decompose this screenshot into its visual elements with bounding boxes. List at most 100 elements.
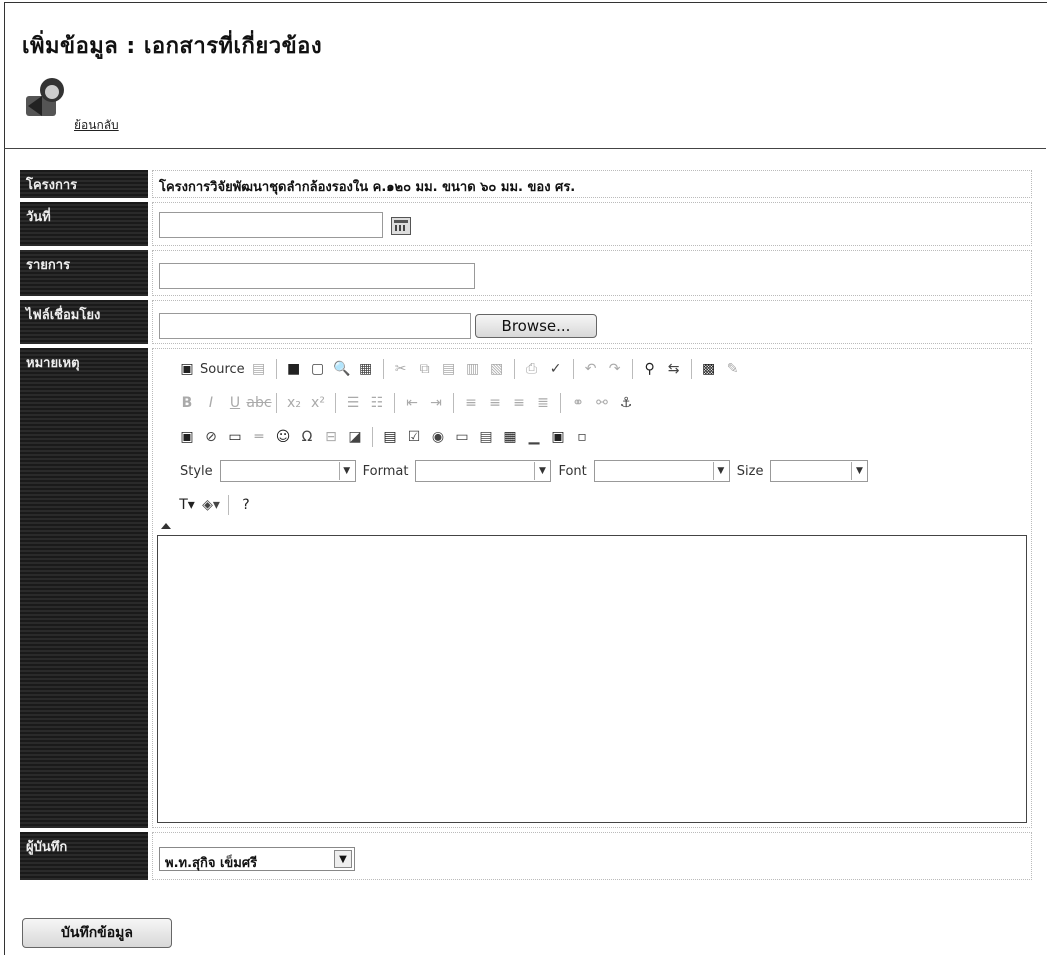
note-label: หมายเหตุ	[20, 348, 148, 828]
print-icon[interactable]: ⎙	[522, 359, 542, 379]
back-button[interactable]: ย้อนกลับ	[22, 74, 192, 132]
format-label: Format	[362, 463, 409, 479]
divider	[4, 148, 1046, 149]
superscript-icon[interactable]: x²	[308, 393, 328, 413]
calendar-icon[interactable]	[391, 217, 411, 235]
image-icon[interactable]: ▣	[177, 427, 197, 447]
select-all-icon[interactable]: ▩	[699, 359, 719, 379]
document-icon[interactable]: ▦	[356, 359, 376, 379]
textarea-icon[interactable]: ▤	[476, 427, 496, 447]
div-icon[interactable]: ◪	[345, 427, 365, 447]
size-label: Size	[736, 463, 764, 479]
paste-icon[interactable]: ▤	[439, 359, 459, 379]
source-icon: ▣	[180, 361, 194, 377]
copy-icon[interactable]: ⧉	[415, 359, 435, 379]
subscript-icon[interactable]: x₂	[284, 393, 304, 413]
project-label: โครงการ	[20, 170, 148, 198]
anchor-icon[interactable]: ⚓	[616, 393, 636, 413]
recorder-row: ผู้บันทึก พ.ท.สุกิจ เข็มศรี ▼	[20, 832, 1032, 880]
recorder-value: พ.ท.สุกิจ เข็มศรี	[165, 856, 258, 871]
chevron-down-icon: ▼	[712, 462, 728, 480]
redo-icon[interactable]: ↷	[605, 359, 625, 379]
outdent-icon[interactable]: ⇤	[402, 393, 422, 413]
chevron-down-icon: ▼	[851, 462, 866, 480]
toolbar-row-3: ▣ ⊘ ▭ ═ ☺ Ω ⊟ ◪ ▤ ☑ ◉ ▭ ▤ ▦ ▁ ▣ ▫	[177, 423, 592, 451]
save-button[interactable]: บันทึกข้อมูล	[22, 918, 172, 948]
source-label: Source	[200, 361, 245, 377]
cut-icon[interactable]: ✂	[391, 359, 411, 379]
strike-icon[interactable]: abc	[246, 393, 271, 413]
item-row: รายการ	[20, 250, 1032, 296]
style-select[interactable]: ▼	[219, 460, 356, 482]
new-page-icon[interactable]: ▤	[249, 359, 269, 379]
chevron-down-icon: ▼	[338, 462, 354, 480]
templates-icon[interactable]: ▢	[308, 359, 328, 379]
align-center-icon[interactable]: ≡	[485, 393, 505, 413]
smiley-icon[interactable]: ☺	[273, 427, 293, 447]
font-select[interactable]: ▼	[593, 460, 730, 482]
indent-icon[interactable]: ⇥	[426, 393, 446, 413]
align-left-icon[interactable]: ≡	[461, 393, 481, 413]
project-value: โครงการวิจัยพัฒนาชุดลำกล้องรองใน ค.๑๒๐ ม…	[159, 180, 576, 195]
link-icon[interactable]: ⚭	[568, 393, 588, 413]
numbered-list-icon[interactable]: ☰	[343, 393, 363, 413]
flash-icon[interactable]: ⊘	[201, 427, 221, 447]
page-break-icon[interactable]: ⊟	[321, 427, 341, 447]
underline-icon[interactable]: U	[225, 393, 245, 413]
image-button-icon[interactable]: ▣	[548, 427, 568, 447]
project-cell: โครงการวิจัยพัฒนาชุดลำกล้องรองใน ค.๑๒๐ ม…	[152, 170, 1032, 198]
size-select[interactable]: ▼	[770, 460, 869, 482]
button-field-icon[interactable]: ▁	[524, 427, 544, 447]
date-row: วันที่	[20, 202, 1032, 246]
paste-word-icon[interactable]: ▧	[487, 359, 507, 379]
back-link[interactable]: ย้อนกลับ	[74, 116, 119, 135]
bold-icon[interactable]: B	[177, 393, 197, 413]
browse-button[interactable]: Browse...	[475, 314, 597, 338]
item-input[interactable]	[159, 263, 475, 289]
italic-icon[interactable]: I	[201, 393, 221, 413]
recorder-select[interactable]: พ.ท.สุกิจ เข็มศรี ▼	[159, 847, 355, 871]
bulleted-list-icon[interactable]: ☷	[367, 393, 387, 413]
special-char-icon[interactable]: Ω	[297, 427, 317, 447]
item-label: รายการ	[20, 250, 148, 296]
background-color-icon[interactable]: ◈▾	[201, 495, 221, 515]
toolbar-row-1: ▣ Source ▤ ■ ▢ 🔍 ▦ ✂ ⧉ ▤ ▥ ▧ ⎙ ✓ ↶ ↷ ⚲ ⇆…	[177, 355, 743, 383]
project-row: โครงการ โครงการวิจัยพัฒนาชุดลำกล้องรองใน…	[20, 170, 1032, 198]
align-right-icon[interactable]: ≡	[509, 393, 529, 413]
checkbox-icon[interactable]: ☑	[404, 427, 424, 447]
file-label: ไฟล์เชื่อมโยง	[20, 300, 148, 344]
justify-icon[interactable]: ≣	[533, 393, 553, 413]
find-icon[interactable]: ⚲	[640, 359, 660, 379]
date-cell	[152, 202, 1032, 246]
radio-icon[interactable]: ◉	[428, 427, 448, 447]
replace-icon[interactable]: ⇆	[664, 359, 684, 379]
source-button[interactable]: ▣ Source	[177, 359, 245, 379]
file-input[interactable]	[159, 313, 471, 339]
chevron-down-icon: ▼	[534, 462, 549, 480]
help-icon[interactable]: ?	[236, 495, 256, 515]
note-row: หมายเหตุ ▣ Source ▤ ■ ▢ 🔍 ▦ ✂ ⧉ ▤ ▥ ▧ ⎙ …	[20, 348, 1032, 828]
undo-icon[interactable]: ↶	[581, 359, 601, 379]
textfield-icon[interactable]: ▭	[452, 427, 472, 447]
text-color-icon[interactable]: T▾	[177, 495, 197, 515]
date-label: วันที่	[20, 202, 148, 246]
format-select[interactable]: ▼	[415, 460, 552, 482]
collapse-toolbar-icon[interactable]	[161, 523, 171, 529]
horizontal-rule-icon[interactable]: ═	[249, 427, 269, 447]
save-icon[interactable]: ■	[284, 359, 304, 379]
form-icon[interactable]: ▤	[380, 427, 400, 447]
chevron-down-icon: ▼	[334, 850, 352, 868]
paste-text-icon[interactable]: ▥	[463, 359, 483, 379]
date-input[interactable]	[159, 212, 383, 238]
font-label: Font	[558, 463, 587, 479]
unlink-icon[interactable]: ⚯	[592, 393, 612, 413]
toolbar-row-4: Style ▼ Format ▼ Font ▼ Size ▼	[177, 457, 869, 485]
table-icon[interactable]: ▭	[225, 427, 245, 447]
hidden-field-icon[interactable]: ▫	[572, 427, 592, 447]
remove-format-icon[interactable]: ✎	[723, 359, 743, 379]
preview-icon[interactable]: 🔍	[332, 359, 352, 379]
editor-content-area[interactable]	[157, 535, 1027, 823]
select-field-icon[interactable]: ▦	[500, 427, 520, 447]
spellcheck-icon[interactable]: ✓	[546, 359, 566, 379]
toolbar-row-5: T▾ ◈▾ ?	[177, 491, 256, 519]
